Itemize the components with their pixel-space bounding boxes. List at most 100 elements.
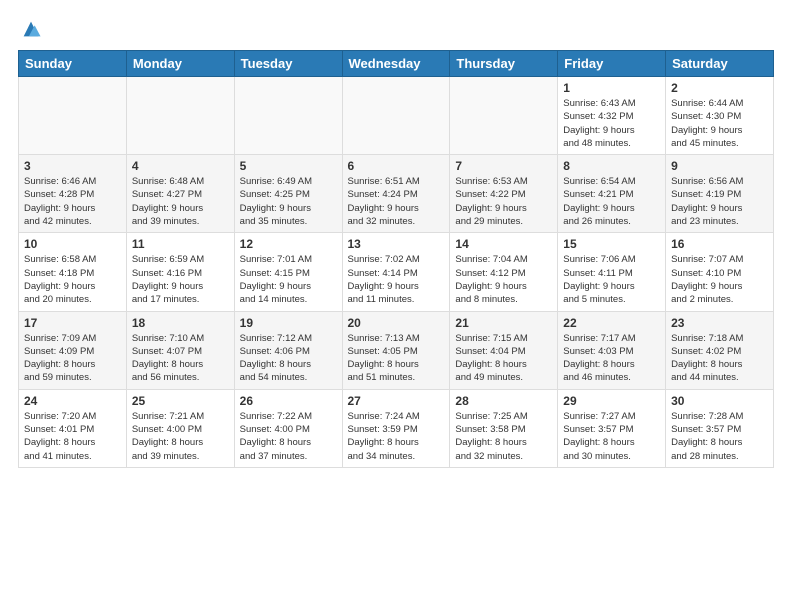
calendar-cell: 5 Sunrise: 6:49 AM Sunset: 4:25 PM Daylig… bbox=[234, 155, 342, 233]
day-info: Sunrise: 7:22 AM Sunset: 4:00 PM Dayligh… bbox=[240, 410, 337, 463]
day-number: 19 bbox=[240, 316, 337, 330]
calendar-cell: 9 Sunrise: 6:56 AM Sunset: 4:19 PM Daylig… bbox=[666, 155, 774, 233]
day-number: 27 bbox=[348, 394, 445, 408]
calendar-cell: 2Sunrise: 6:44 AM Sunset: 4:30 PM Daylig… bbox=[666, 77, 774, 155]
weekday-header-friday: Friday bbox=[558, 51, 666, 77]
week-row-4: 17 Sunrise: 7:09 AM Sunset: 4:09 PM Dayli… bbox=[19, 311, 774, 389]
calendar-cell: 27 Sunrise: 7:24 AM Sunset: 3:59 PM Dayli… bbox=[342, 389, 450, 467]
calendar-cell: 10Sunrise: 6:58 AM Sunset: 4:18 PM Dayli… bbox=[19, 233, 127, 311]
day-info: Sunrise: 7:20 AM Sunset: 4:01 PM Dayligh… bbox=[24, 410, 121, 463]
day-number: 22 bbox=[563, 316, 660, 330]
day-number: 17 bbox=[24, 316, 121, 330]
day-info: Sunrise: 7:12 AM Sunset: 4:06 PM Dayligh… bbox=[240, 332, 337, 385]
day-info: Sunrise: 7:24 AM Sunset: 3:59 PM Dayligh… bbox=[348, 410, 445, 463]
calendar-cell: 16Sunrise: 7:07 AM Sunset: 4:10 PM Dayli… bbox=[666, 233, 774, 311]
calendar-cell: 25 Sunrise: 7:21 AM Sunset: 4:00 PM Dayli… bbox=[126, 389, 234, 467]
day-number: 23 bbox=[671, 316, 768, 330]
week-row-5: 24Sunrise: 7:20 AM Sunset: 4:01 PM Dayli… bbox=[19, 389, 774, 467]
day-number: 4 bbox=[132, 159, 229, 173]
day-number: 9 bbox=[671, 159, 768, 173]
page: SundayMondayTuesdayWednesdayThursdayFrid… bbox=[0, 0, 792, 612]
calendar-cell: 1 Sunrise: 6:43 AM Sunset: 4:32 PM Daylig… bbox=[558, 77, 666, 155]
day-info: Sunrise: 7:21 AM Sunset: 4:00 PM Dayligh… bbox=[132, 410, 229, 463]
day-info: Sunrise: 7:06 AM Sunset: 4:11 PM Dayligh… bbox=[563, 253, 660, 306]
calendar-cell: 6Sunrise: 6:51 AM Sunset: 4:24 PM Daylig… bbox=[342, 155, 450, 233]
calendar-cell bbox=[126, 77, 234, 155]
day-info: Sunrise: 7:04 AM Sunset: 4:12 PM Dayligh… bbox=[455, 253, 552, 306]
calendar-cell: 30 Sunrise: 7:28 AM Sunset: 3:57 PM Dayli… bbox=[666, 389, 774, 467]
calendar-cell: 11 Sunrise: 6:59 AM Sunset: 4:16 PM Dayli… bbox=[126, 233, 234, 311]
day-number: 13 bbox=[348, 237, 445, 251]
weekday-header-tuesday: Tuesday bbox=[234, 51, 342, 77]
week-row-3: 10Sunrise: 6:58 AM Sunset: 4:18 PM Dayli… bbox=[19, 233, 774, 311]
day-number: 7 bbox=[455, 159, 552, 173]
day-number: 11 bbox=[132, 237, 229, 251]
day-number: 26 bbox=[240, 394, 337, 408]
day-info: Sunrise: 7:09 AM Sunset: 4:09 PM Dayligh… bbox=[24, 332, 121, 385]
calendar-cell: 20 Sunrise: 7:13 AM Sunset: 4:05 PM Dayli… bbox=[342, 311, 450, 389]
day-number: 30 bbox=[671, 394, 768, 408]
calendar-cell: 7 Sunrise: 6:53 AM Sunset: 4:22 PM Daylig… bbox=[450, 155, 558, 233]
day-number: 16 bbox=[671, 237, 768, 251]
calendar-cell: 8Sunrise: 6:54 AM Sunset: 4:21 PM Daylig… bbox=[558, 155, 666, 233]
calendar-cell: 12 Sunrise: 7:01 AM Sunset: 4:15 PM Dayli… bbox=[234, 233, 342, 311]
day-info: Sunrise: 6:46 AM Sunset: 4:28 PM Dayligh… bbox=[24, 175, 121, 228]
calendar-cell: 29 Sunrise: 7:27 AM Sunset: 3:57 PM Dayli… bbox=[558, 389, 666, 467]
day-number: 14 bbox=[455, 237, 552, 251]
calendar-cell: 13 Sunrise: 7:02 AM Sunset: 4:14 PM Dayli… bbox=[342, 233, 450, 311]
calendar-cell: 23 Sunrise: 7:18 AM Sunset: 4:02 PM Dayli… bbox=[666, 311, 774, 389]
day-info: Sunrise: 6:43 AM Sunset: 4:32 PM Dayligh… bbox=[563, 97, 660, 150]
day-number: 20 bbox=[348, 316, 445, 330]
day-info: Sunrise: 6:56 AM Sunset: 4:19 PM Dayligh… bbox=[671, 175, 768, 228]
calendar-cell bbox=[19, 77, 127, 155]
weekday-header-monday: Monday bbox=[126, 51, 234, 77]
day-info: Sunrise: 7:02 AM Sunset: 4:14 PM Dayligh… bbox=[348, 253, 445, 306]
day-info: Sunrise: 7:18 AM Sunset: 4:02 PM Dayligh… bbox=[671, 332, 768, 385]
day-number: 25 bbox=[132, 394, 229, 408]
day-info: Sunrise: 7:17 AM Sunset: 4:03 PM Dayligh… bbox=[563, 332, 660, 385]
day-info: Sunrise: 6:49 AM Sunset: 4:25 PM Dayligh… bbox=[240, 175, 337, 228]
week-row-1: 1 Sunrise: 6:43 AM Sunset: 4:32 PM Daylig… bbox=[19, 77, 774, 155]
calendar-cell: 26 Sunrise: 7:22 AM Sunset: 4:00 PM Dayli… bbox=[234, 389, 342, 467]
day-number: 12 bbox=[240, 237, 337, 251]
weekday-header-saturday: Saturday bbox=[666, 51, 774, 77]
calendar-cell: 17 Sunrise: 7:09 AM Sunset: 4:09 PM Dayli… bbox=[19, 311, 127, 389]
day-number: 2 bbox=[671, 81, 768, 95]
calendar-cell: 28 Sunrise: 7:25 AM Sunset: 3:58 PM Dayli… bbox=[450, 389, 558, 467]
weekday-header-sunday: Sunday bbox=[19, 51, 127, 77]
day-info: Sunrise: 7:13 AM Sunset: 4:05 PM Dayligh… bbox=[348, 332, 445, 385]
day-info: Sunrise: 6:48 AM Sunset: 4:27 PM Dayligh… bbox=[132, 175, 229, 228]
day-info: Sunrise: 7:01 AM Sunset: 4:15 PM Dayligh… bbox=[240, 253, 337, 306]
day-number: 21 bbox=[455, 316, 552, 330]
day-info: Sunrise: 7:28 AM Sunset: 3:57 PM Dayligh… bbox=[671, 410, 768, 463]
calendar-cell: 18 Sunrise: 7:10 AM Sunset: 4:07 PM Dayli… bbox=[126, 311, 234, 389]
calendar-cell: 19 Sunrise: 7:12 AM Sunset: 4:06 PM Dayli… bbox=[234, 311, 342, 389]
day-number: 28 bbox=[455, 394, 552, 408]
logo bbox=[18, 18, 42, 40]
calendar-cell bbox=[342, 77, 450, 155]
calendar-cell: 4 Sunrise: 6:48 AM Sunset: 4:27 PM Daylig… bbox=[126, 155, 234, 233]
day-info: Sunrise: 6:59 AM Sunset: 4:16 PM Dayligh… bbox=[132, 253, 229, 306]
day-info: Sunrise: 7:25 AM Sunset: 3:58 PM Dayligh… bbox=[455, 410, 552, 463]
day-number: 15 bbox=[563, 237, 660, 251]
day-info: Sunrise: 6:58 AM Sunset: 4:18 PM Dayligh… bbox=[24, 253, 121, 306]
calendar-cell bbox=[450, 77, 558, 155]
weekday-header-wednesday: Wednesday bbox=[342, 51, 450, 77]
day-number: 6 bbox=[348, 159, 445, 173]
day-info: Sunrise: 6:53 AM Sunset: 4:22 PM Dayligh… bbox=[455, 175, 552, 228]
calendar-cell: 24Sunrise: 7:20 AM Sunset: 4:01 PM Dayli… bbox=[19, 389, 127, 467]
calendar-cell: 15 Sunrise: 7:06 AM Sunset: 4:11 PM Dayli… bbox=[558, 233, 666, 311]
day-number: 3 bbox=[24, 159, 121, 173]
calendar-cell: 14 Sunrise: 7:04 AM Sunset: 4:12 PM Dayli… bbox=[450, 233, 558, 311]
weekday-header-thursday: Thursday bbox=[450, 51, 558, 77]
day-number: 29 bbox=[563, 394, 660, 408]
calendar-cell: 3 Sunrise: 6:46 AM Sunset: 4:28 PM Daylig… bbox=[19, 155, 127, 233]
calendar-cell bbox=[234, 77, 342, 155]
day-number: 5 bbox=[240, 159, 337, 173]
day-info: Sunrise: 7:27 AM Sunset: 3:57 PM Dayligh… bbox=[563, 410, 660, 463]
day-number: 1 bbox=[563, 81, 660, 95]
calendar-cell: 21Sunrise: 7:15 AM Sunset: 4:04 PM Dayli… bbox=[450, 311, 558, 389]
day-number: 18 bbox=[132, 316, 229, 330]
day-info: Sunrise: 7:10 AM Sunset: 4:07 PM Dayligh… bbox=[132, 332, 229, 385]
week-row-2: 3 Sunrise: 6:46 AM Sunset: 4:28 PM Daylig… bbox=[19, 155, 774, 233]
